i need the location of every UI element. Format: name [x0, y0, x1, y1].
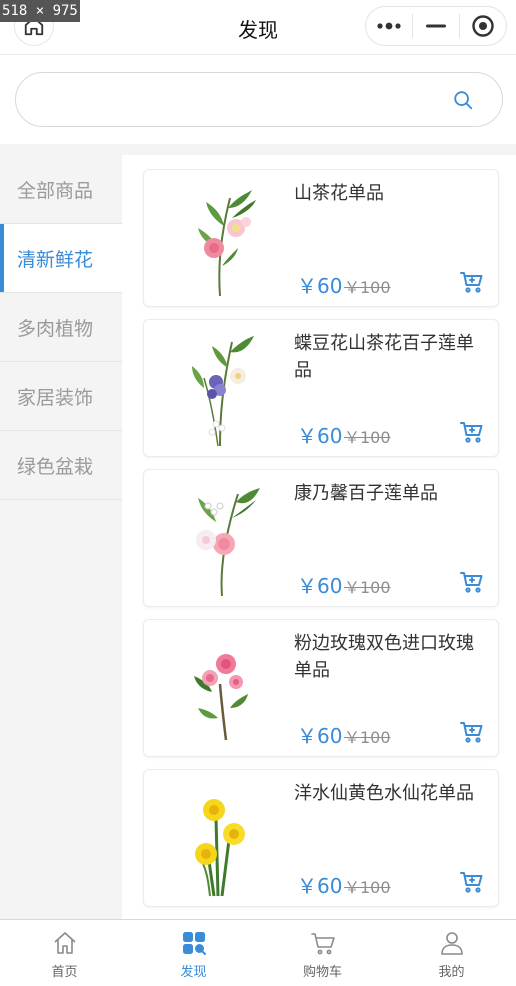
product-name: 山茶花单品 [294, 183, 384, 204]
tab-label: 购物车 [302, 965, 342, 980]
category-sidebar: 全部商品 清新鲜花 多肉植物 家居装饰 绿色盆栽 [0, 155, 122, 921]
search-area [0, 55, 516, 144]
sidebar-item-label: 绿色盆栽 [17, 455, 94, 478]
sidebar-item-home-decor[interactable]: 家居装饰 [0, 362, 122, 431]
minimize-button[interactable] [413, 7, 459, 45]
product-name: 洋水仙黄色水仙花单品 [294, 783, 474, 804]
sidebar-item-label: 全部商品 [17, 179, 94, 202]
product-list: 山茶花单品 ￥60 ￥100 蝶豆花山茶花百子莲单品 ￥60 ￥100 康乃馨百… [122, 155, 516, 921]
target-close-icon [472, 15, 494, 37]
tab-label: 首页 [51, 965, 78, 980]
user-icon [440, 932, 463, 955]
product-original-price: ￥100 [344, 878, 391, 897]
sidebar-item-label: 家居装饰 [17, 386, 94, 409]
navigation-bar: 发现 518 × 975 [0, 0, 516, 55]
close-button[interactable] [460, 7, 506, 45]
product-name: 蝶豆花山茶花百子莲单品 [294, 333, 474, 381]
product-name: 康乃馨百子莲单品 [294, 483, 438, 504]
product-price: ￥60 [297, 274, 343, 298]
more-button[interactable] [366, 7, 412, 45]
add-to-cart-icon[interactable] [460, 721, 484, 743]
add-to-cart-icon[interactable] [460, 871, 484, 893]
shopping-cart-icon [310, 933, 335, 955]
tab-cart[interactable]: 购物车 [258, 920, 387, 986]
sidebar-item-label: 清新鲜花 [17, 248, 94, 271]
product-price: ￥60 [297, 574, 343, 598]
discover-grid-icon [182, 932, 206, 955]
product-card[interactable]: 蝶豆花山茶花百子莲单品 ￥60 ￥100 [143, 319, 499, 457]
sidebar-item-all-products[interactable]: 全部商品 [0, 155, 122, 224]
bottom-tab-bar: 首页 发现 购物车 我的 [0, 919, 516, 986]
sidebar-item-succulents[interactable]: 多肉植物 [0, 293, 122, 362]
sidebar-item-green-plants[interactable]: 绿色盆栽 [0, 431, 122, 500]
tab-label: 我的 [438, 965, 465, 980]
product-original-price: ￥100 [344, 728, 391, 747]
tab-discover[interactable]: 发现 [129, 920, 258, 986]
product-price: ￥60 [297, 724, 343, 748]
product-image-spray-roses [194, 654, 248, 741]
product-price: ￥60 [297, 424, 343, 448]
tab-label: 发现 [180, 965, 207, 980]
tab-profile[interactable]: 我的 [387, 920, 516, 986]
add-to-cart-icon[interactable] [460, 571, 484, 593]
product-image-butterfly-pea-bouquet [192, 336, 254, 447]
product-card[interactable]: 康乃馨百子莲单品 ￥60 ￥100 [143, 469, 499, 607]
minimize-icon [426, 24, 446, 28]
search-box [15, 72, 503, 127]
product-price: ￥60 [297, 874, 343, 898]
search-icon[interactable] [452, 89, 474, 111]
sidebar-item-label: 多肉植物 [17, 317, 94, 340]
home-icon [53, 932, 76, 954]
screen-size-label: 518 × 975 [0, 0, 80, 22]
product-original-price: ￥100 [344, 428, 391, 447]
mini-program-capsule [365, 6, 507, 46]
product-original-price: ￥100 [344, 578, 391, 597]
tab-home[interactable]: 首页 [0, 920, 129, 986]
product-original-price: ￥100 [344, 278, 391, 297]
search-input[interactable] [36, 73, 436, 126]
product-image-daffodils [195, 799, 245, 897]
product-image-carnation-bouquet [196, 488, 260, 597]
sidebar-item-fresh-flowers[interactable]: 清新鲜花 [0, 224, 122, 293]
add-to-cart-icon[interactable] [460, 421, 484, 443]
add-to-cart-icon[interactable] [460, 271, 484, 293]
product-card[interactable]: 粉边玫瑰双色进口玫瑰单品 ￥60 ￥100 [143, 619, 499, 757]
product-card[interactable]: 洋水仙黄色水仙花单品 ￥60 ￥100 [143, 769, 499, 907]
more-dots-icon [377, 22, 401, 30]
product-image-camellia [198, 190, 256, 297]
section-divider [0, 144, 516, 155]
product-card[interactable]: 山茶花单品 ￥60 ￥100 [143, 169, 499, 307]
product-name: 粉边玫瑰双色进口玫瑰单品 [294, 633, 474, 681]
